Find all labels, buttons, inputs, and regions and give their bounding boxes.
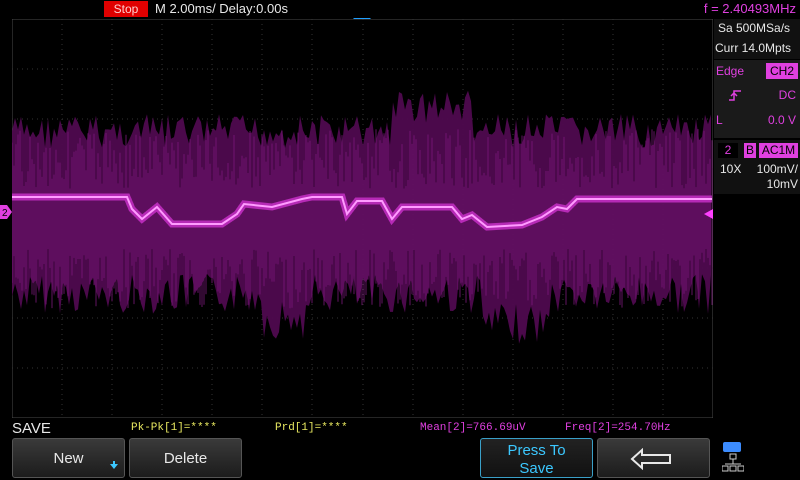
bandwidth-limit-flag: B: [744, 143, 756, 158]
svg-text:2: 2: [2, 208, 8, 219]
return-arrow-icon: [630, 448, 671, 470]
vertical-offset: 10mV: [766, 177, 798, 191]
menu-title: SAVE: [12, 420, 51, 437]
press-to-save-line1: Press To: [507, 442, 566, 459]
channel-coupling: AC1M: [759, 143, 798, 158]
back-button[interactable]: [597, 438, 710, 478]
timebase-readout: M 2.00ms/ Delay:0.00s: [155, 1, 288, 16]
status-icons: [714, 438, 800, 478]
frequency-counter: f = 2.40493MHz: [703, 1, 796, 16]
new-button[interactable]: New: [12, 438, 125, 478]
vertical-scale: 100mV/: [756, 162, 798, 176]
measurement-pkpk: Pk-Pk[1]=****: [131, 422, 217, 434]
waveform-display[interactable]: [12, 19, 713, 418]
trigger-source-badge: CH2: [766, 63, 798, 79]
channel-2-level-marker[interactable]: 2: [0, 205, 12, 219]
sample-rate: Sa 500MSa/s: [718, 21, 791, 35]
measurement-period: Prd[1]=****: [275, 422, 348, 434]
memory-depth: Curr 14.0Mpts: [715, 41, 792, 55]
press-to-save-button[interactable]: Press To Save: [480, 438, 593, 478]
run-state-badge[interactable]: Stop: [104, 1, 148, 17]
trigger-coupling: DC: [778, 88, 796, 102]
measurement-frequency: Freq[2]=254.70Hz: [565, 422, 671, 434]
delete-button[interactable]: Delete: [129, 438, 242, 478]
trigger-level-label: L: [716, 113, 723, 127]
trigger-info-panel[interactable]: Edge CH2 DC L 0.0 V: [714, 60, 800, 138]
measurement-mean: Mean[2]=766.69uV: [420, 422, 526, 434]
trigger-level-value: 0.0 V: [767, 113, 796, 127]
probe-ratio: 10X: [720, 162, 742, 176]
channel-number: 2: [718, 143, 738, 158]
new-button-label: New: [53, 450, 84, 467]
trigger-level-marker[interactable]: [704, 209, 713, 219]
chevron-down-icon: [110, 461, 118, 469]
acquisition-info: Sa 500MSa/s Curr 14.0Mpts: [714, 19, 800, 59]
rising-edge-icon: [729, 90, 741, 101]
network-icon[interactable]: [722, 442, 744, 474]
press-to-save-line2: Save: [519, 460, 554, 477]
channel-2-info-panel[interactable]: 2 B AC1M 10X 100mV/ 10mV: [714, 140, 800, 194]
delete-button-label: Delete: [163, 450, 208, 467]
